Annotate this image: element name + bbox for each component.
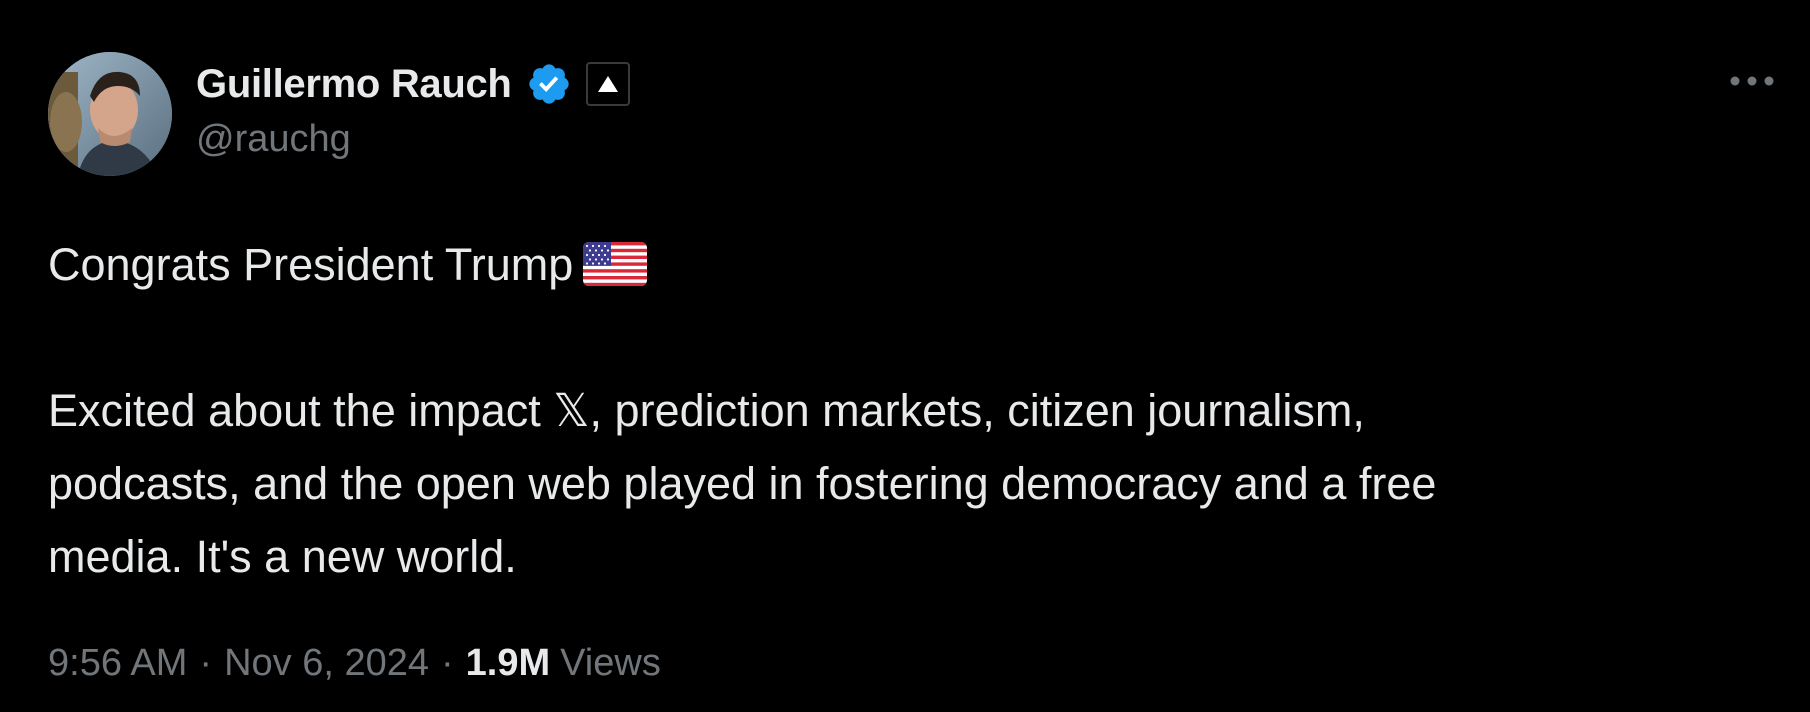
tweet-date[interactable]: Nov 6, 2024 — [224, 642, 429, 685]
tweet-card: Guillermo Rauch @rauchg Congrats Preside… — [0, 0, 1810, 712]
name-row: Guillermo Rauch — [196, 58, 630, 110]
verified-badge-icon[interactable] — [526, 61, 572, 107]
tweet-line-text: media. It's a new world. — [48, 531, 517, 582]
tweet-line: media. It's a new world. — [48, 520, 1748, 593]
tweet-line-text: Congrats President Trump — [48, 239, 574, 290]
meta-separator: · — [441, 642, 454, 684]
display-name[interactable]: Guillermo Rauch — [196, 62, 512, 107]
us-flag-icon — [583, 242, 648, 287]
tweet-meta: 9:56 AM · Nov 6, 2024 · 1.9M Views — [48, 642, 661, 685]
vercel-triangle-icon[interactable] — [585, 62, 630, 106]
views-label: Views — [560, 642, 661, 684]
tweet-line: Excited about the impact 𝕏, prediction m… — [48, 374, 1748, 447]
tweet-line: Congrats President Trump — [48, 228, 1748, 301]
tweet-line-text: podcasts, and the open web played in fos… — [48, 458, 1437, 509]
tweet-line: podcasts, and the open web played in fos… — [48, 447, 1748, 520]
tweet-time[interactable]: 9:56 AM — [48, 642, 187, 685]
tweet-line-text: Excited about the impact 𝕏, prediction m… — [48, 385, 1365, 436]
username-handle[interactable]: @rauchg — [196, 118, 351, 161]
more-dots-icon[interactable] — [1722, 64, 1782, 98]
tweet-text: Congrats President Trump Excited about t… — [48, 228, 1748, 593]
meta-separator: · — [199, 642, 213, 684]
views-count: 1.9M — [465, 642, 551, 684]
avatar[interactable] — [48, 52, 172, 176]
